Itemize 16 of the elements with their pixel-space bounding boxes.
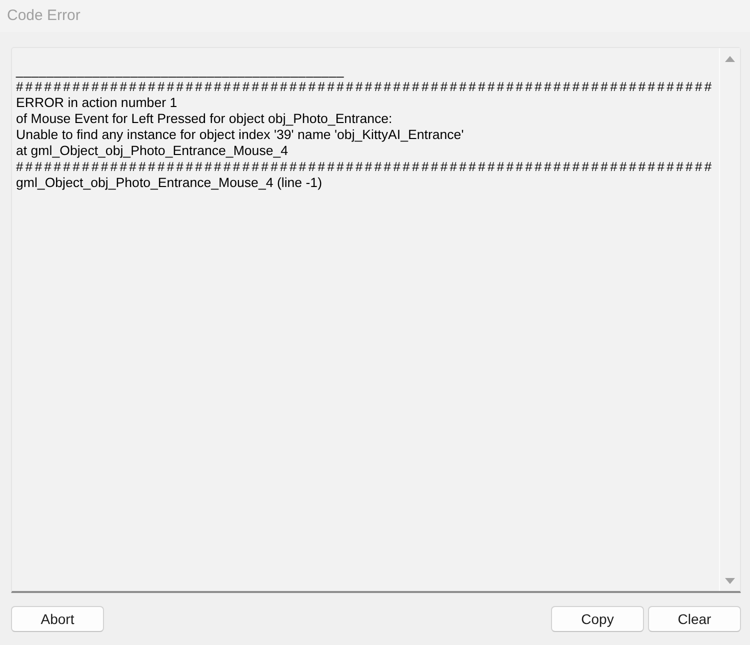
clear-button[interactable]: Clear (648, 606, 741, 632)
log-line: gml_Object_obj_Photo_Entrance_Mouse_4 (line -1) (16, 175, 322, 191)
log-line: ___________________________________________ (16, 63, 344, 79)
error-log-field[interactable] (11, 47, 741, 593)
log-line: Unable to find any instance for object index '39' name 'obj_KittyAI_Entrance' (16, 127, 464, 143)
log-line: ########################################################################## (16, 79, 714, 95)
log-line: of Mouse Event for Left Pressed for object obj_Photo_Entrance: (16, 111, 392, 127)
scroll-down-icon[interactable] (725, 578, 735, 584)
copy-button[interactable]: Copy (551, 606, 644, 632)
window-title: Code Error (7, 7, 80, 25)
log-line: ########################################################################## (16, 159, 714, 175)
log-line: at gml_Object_obj_Photo_Entrance_Mouse_4 (16, 143, 288, 159)
scroll-up-icon[interactable] (725, 56, 735, 62)
scrollbar[interactable] (719, 48, 740, 591)
abort-button[interactable]: Abort (11, 606, 104, 632)
log-line: ERROR in action number 1 (16, 95, 178, 111)
